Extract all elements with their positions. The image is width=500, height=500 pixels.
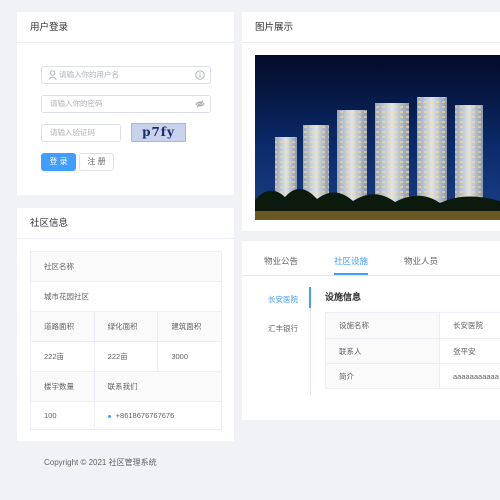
building-area-value: 3000	[157, 341, 222, 372]
captcha-input[interactable]: 请输入验证码	[41, 124, 121, 142]
community-name-label: 社区名称	[30, 251, 222, 282]
register-button[interactable]: 注 册	[79, 153, 114, 171]
side-item-bank[interactable]: 汇丰银行	[268, 323, 298, 334]
bullet-icon	[107, 414, 111, 418]
community-table: 社区名称 城市花园社区 道路面积 绿化面积 建筑面积 222亩 222亩 300…	[30, 251, 223, 430]
login-button[interactable]: 登 录	[41, 153, 76, 171]
building-count-label: 楼宇数量	[30, 371, 95, 402]
tabs-divider	[242, 275, 500, 276]
user-icon	[48, 70, 57, 80]
facility-intro-value: aaaaaaaaaaa	[439, 363, 500, 389]
eye-slash-icon	[195, 99, 205, 109]
facility-table: 设施名称 长安医院 联系人 张平安 简介 aaaaaaaaaaa	[325, 312, 500, 389]
facility-contact-value: 张平安	[439, 338, 500, 364]
facility-name-value: 长安医院	[439, 312, 500, 339]
facility-name-label: 设施名称	[325, 312, 440, 339]
facility-contact-label: 联系人	[325, 338, 440, 364]
building-photo	[255, 55, 500, 220]
gallery-card: 图片展示	[242, 12, 500, 231]
side-menu-active-bar	[309, 287, 311, 308]
road-area-label: 道路面积	[30, 311, 95, 342]
tab-staff[interactable]: 物业人员	[404, 248, 438, 275]
green-area-label: 绿化面积	[93, 311, 159, 342]
tab-announcements[interactable]: 物业公告	[264, 248, 298, 275]
login-card-title: 用户登录	[17, 12, 234, 43]
facility-intro-label: 简介	[325, 363, 440, 389]
username-input[interactable]: 请输入你的用户名	[41, 66, 211, 84]
building-count-value: 100	[30, 401, 95, 430]
password-input[interactable]: 请输入你的密码	[41, 95, 211, 113]
green-area-value: 222亩	[93, 341, 159, 372]
footer-copyright: Copyright © 2021 社区管理系统	[44, 458, 157, 467]
facility-title: 设施信息	[325, 292, 362, 302]
info-icon	[195, 70, 205, 80]
community-name-value: 城市花园社区	[30, 281, 222, 312]
contact-cell: +8618676767676	[93, 401, 223, 430]
login-card: 用户登录 请输入你的用户名 请输入你的密码 请输入验证码 p7fy 登 录 注 …	[17, 12, 234, 195]
side-item-hospital[interactable]: 长安医院	[268, 294, 298, 305]
road-area-value: 222亩	[30, 341, 95, 372]
community-card: 社区信息 社区名称 城市花园社区 道路面积 绿化面积 建筑面积 222亩 222…	[17, 208, 234, 441]
building-area-label: 建筑面积	[157, 311, 222, 342]
contact-value: +8618676767676	[115, 411, 175, 420]
captcha-image[interactable]: p7fy	[131, 123, 186, 142]
gallery-card-title: 图片展示	[242, 12, 500, 43]
community-card-title: 社区信息	[17, 208, 234, 239]
tab-facilities[interactable]: 社区设施	[334, 248, 369, 275]
contact-label: 联系我们	[93, 371, 223, 402]
